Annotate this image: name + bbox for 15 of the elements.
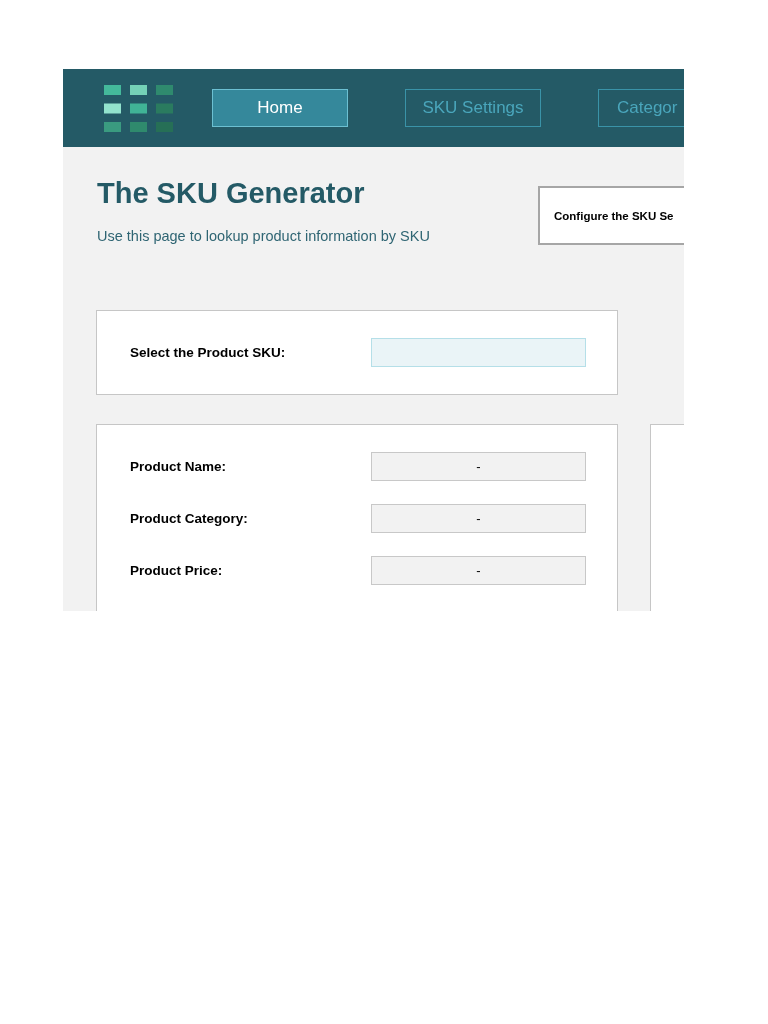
page-title: The SKU Generator: [97, 176, 365, 210]
field-label: Select the Product SKU:: [130, 345, 287, 360]
value-field: -: [371, 504, 586, 533]
configure-button[interactable]: Configure the SKU Se: [538, 186, 684, 245]
field-label: Product Category:: [130, 511, 249, 526]
nav-tab[interactable]: Categor: [598, 89, 684, 127]
nav-tab[interactable]: Home: [212, 89, 348, 127]
value-field: -: [371, 556, 586, 585]
value-field: -: [371, 452, 586, 481]
nav-tab[interactable]: SKU Settings: [405, 89, 541, 127]
field-label: Product Price:: [130, 563, 224, 578]
sku-input-field[interactable]: [371, 338, 586, 367]
grid-icon: [104, 84, 173, 132]
page-subtitle: Use this page to lookup product information by SKU: [97, 227, 430, 245]
field-label: Product Name:: [130, 459, 228, 474]
